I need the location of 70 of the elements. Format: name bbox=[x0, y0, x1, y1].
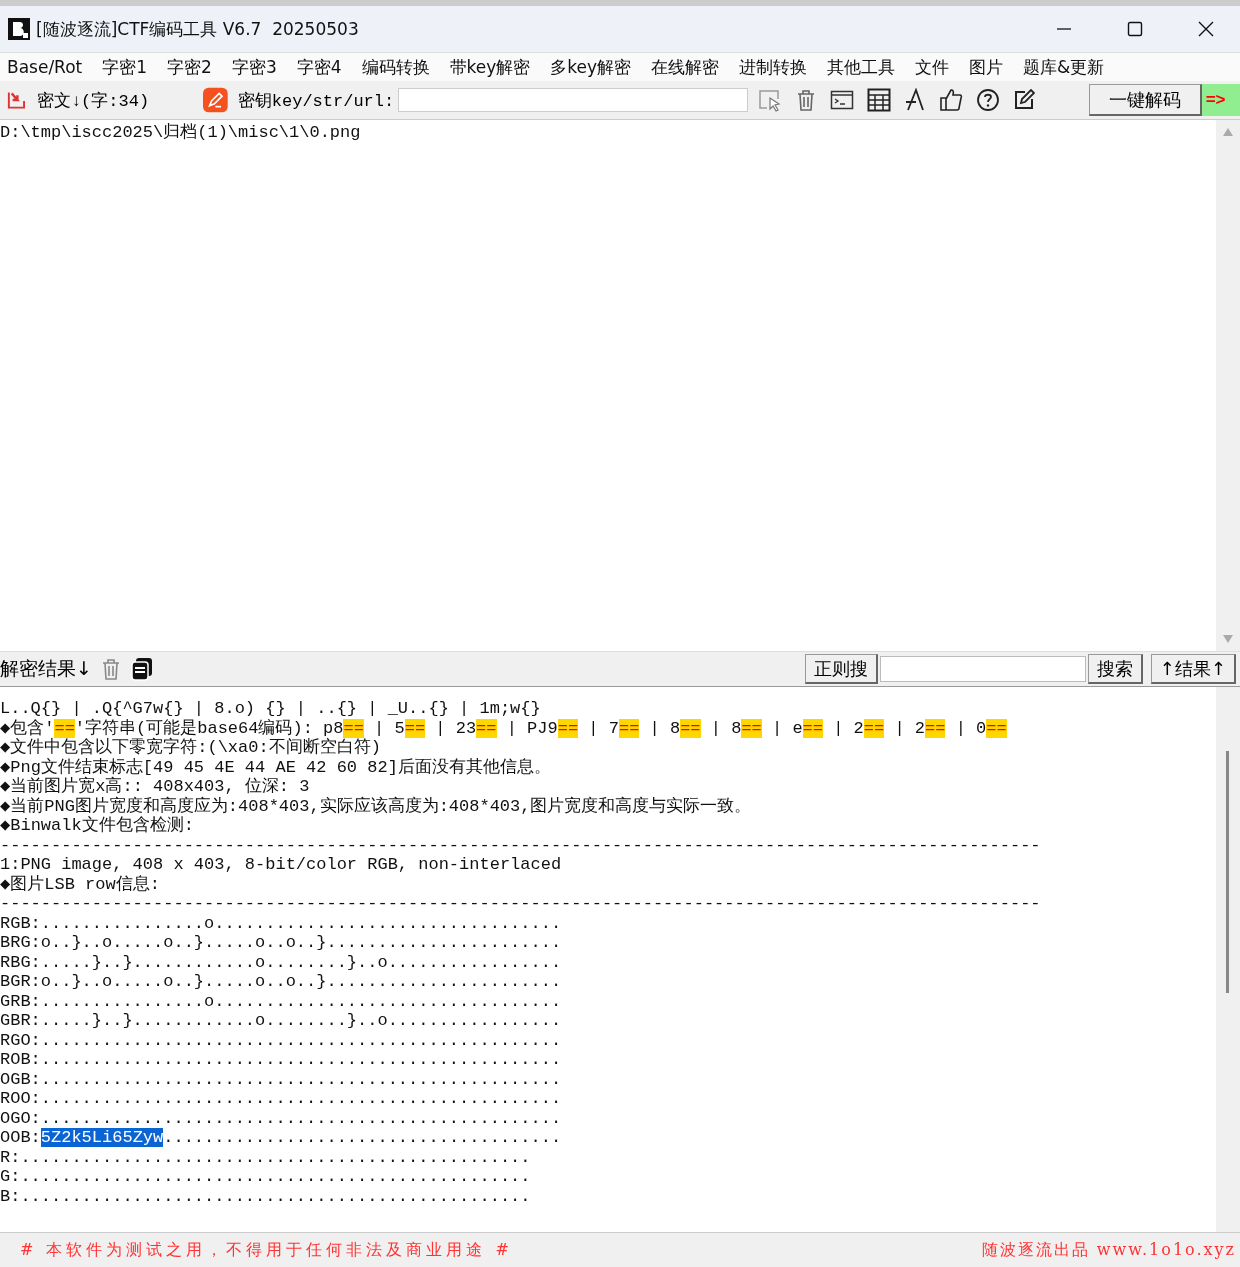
credit-text: 随波逐流出品 www.1o1o.xyz bbox=[981, 1239, 1236, 1261]
output-line: ------------------------------------------------------------------------------------------------------ bbox=[0, 835, 1042, 855]
menu-item[interactable]: 字密1 bbox=[102, 55, 148, 79]
output-line: L..Q{} | .Q{^G7w{} | 8.o) {} | ..{} | _U..{} | 1m;w{} bbox=[0, 699, 542, 718]
output-line: ◆包含'=='字符串(可能是base64编码): p8== | 5== | 23== | PJ9== | 7== | 8== | 8== | e== | 2== | 2== | 0== bbox=[0, 718, 1008, 738]
help-icon[interactable] bbox=[975, 88, 1000, 112]
edit-icon[interactable] bbox=[1012, 89, 1035, 111]
output-line: ◆Binwalk文件包含检测: bbox=[0, 816, 195, 836]
output-line: RGB:................o.................................. bbox=[0, 913, 563, 933]
menu-item[interactable]: 带key解密 bbox=[449, 55, 531, 79]
close-icon[interactable] bbox=[1198, 21, 1214, 37]
import-arrow-icon[interactable] bbox=[6, 89, 27, 111]
output-line: ◆Png文件结束标志[49 45 4E 44 AE 42 60 82]后面没有其他信息。 bbox=[0, 757, 552, 777]
menu-item[interactable]: 其他工具 bbox=[827, 55, 896, 79]
decode-button[interactable]: 一键解码 bbox=[1088, 84, 1202, 116]
results-label: 解密结果↓ bbox=[0, 656, 92, 681]
pencil-icon[interactable] bbox=[203, 87, 228, 113]
key-input-field[interactable] bbox=[398, 88, 748, 112]
menu-item[interactable]: 字密4 bbox=[296, 55, 342, 79]
output-line: ◆当前PNG图片宽度和高度应为:408*403,实际应该高度为:408*403,图片宽度和高度与实际一致。 bbox=[0, 796, 753, 816]
window-title: [随波逐流]CTF编码工具 V6.7 20250503 bbox=[36, 17, 359, 41]
copy-icon[interactable] bbox=[129, 657, 154, 681]
menu-item[interactable]: 在线解密 bbox=[651, 55, 720, 79]
output-text-area[interactable] bbox=[0, 687, 1240, 1232]
output-line: GBR:.....}..}............o........}..o................. bbox=[0, 1011, 563, 1031]
output-line: GRB:................o.................................. bbox=[0, 991, 563, 1011]
results-up-button[interactable]: ↑结果↑ bbox=[1150, 654, 1236, 684]
menu-item[interactable]: 字密3 bbox=[231, 55, 277, 79]
menu-item[interactable]: 图片 bbox=[969, 55, 1004, 79]
output-line: RGO:................................................... bbox=[0, 1030, 563, 1050]
scrollbar-thumb[interactable] bbox=[1226, 751, 1229, 993]
output-line: OOB:5Z2k5Li65Zyw....................................... bbox=[0, 1128, 563, 1148]
letter-a-icon[interactable] bbox=[903, 88, 926, 112]
output-line: ◆当前图片宽x高:: 408x403, 位深: 3 bbox=[0, 777, 311, 796]
output-line: 1:PNG image, 408 x 403, 8-bit/color RGB, non-interlaced bbox=[0, 855, 563, 875]
maximize-icon[interactable] bbox=[1127, 21, 1143, 37]
output-line: ROB:................................................... bbox=[0, 1050, 563, 1070]
scrollbar[interactable] bbox=[1216, 687, 1240, 1232]
menu-item[interactable]: Base/Rot bbox=[7, 57, 83, 77]
app-logo-icon bbox=[8, 18, 30, 40]
search-button[interactable]: 搜索 bbox=[1087, 654, 1143, 684]
output-line: ROO:................................................... bbox=[0, 1089, 563, 1109]
output-line: OGO:................................................... bbox=[0, 1108, 563, 1128]
key-label: 密钥key/str/url: bbox=[237, 90, 395, 112]
output-line: BRG:o..}..o.....o..}.....o..o..}....................... bbox=[0, 933, 563, 953]
cursor-select-icon[interactable] bbox=[757, 88, 782, 112]
thumbs-up-icon[interactable] bbox=[938, 88, 963, 112]
file-path-text: D:\tmp\iscc2025\归档(1)\misc\1\0.png bbox=[0, 123, 361, 142]
disclaimer-text: # 本软件为测试之用，不得用于任何非法及商业用途 # bbox=[20, 1239, 513, 1261]
output-line: ◆文件中包含以下零宽字符:(\xa0:不间断空白符) bbox=[0, 738, 382, 758]
cipher-label: 密文↓(字:34) bbox=[36, 90, 150, 112]
output-line: RBG:.....}..}............o........}..o................. bbox=[0, 952, 563, 972]
menu-item[interactable]: 编码转换 bbox=[361, 55, 430, 79]
output-line: B:.................................................. bbox=[0, 1186, 532, 1206]
output-line: ◆图片LSB row信息: bbox=[0, 874, 161, 894]
menu-item[interactable]: 多key解密 bbox=[550, 55, 632, 79]
calculator-icon[interactable] bbox=[866, 88, 891, 112]
output-line: R:.................................................. bbox=[0, 1147, 532, 1167]
output-line: BGR:o..}..o.....o..}.....o..o..}....................... bbox=[0, 972, 563, 992]
menu-item[interactable]: 文件 bbox=[915, 55, 950, 79]
regex-search-button[interactable]: 正则搜 bbox=[804, 654, 878, 684]
output-line: ------------------------------------------------------------------------------------------------------ bbox=[0, 894, 1042, 914]
output-line: G:.................................................. bbox=[0, 1167, 532, 1187]
menu-item[interactable]: 进制转换 bbox=[739, 55, 808, 79]
output-line: OGB:................................................... bbox=[0, 1069, 563, 1089]
terminal-icon[interactable] bbox=[829, 89, 854, 111]
menu-item[interactable]: 题库&更新 bbox=[1023, 55, 1105, 79]
search-field[interactable] bbox=[879, 656, 1086, 682]
menu-item[interactable]: 字密2 bbox=[167, 55, 212, 79]
input-text-area[interactable]: D:\tmp\iscc2025\归档(1)\misc\1\0.png bbox=[0, 120, 1240, 651]
